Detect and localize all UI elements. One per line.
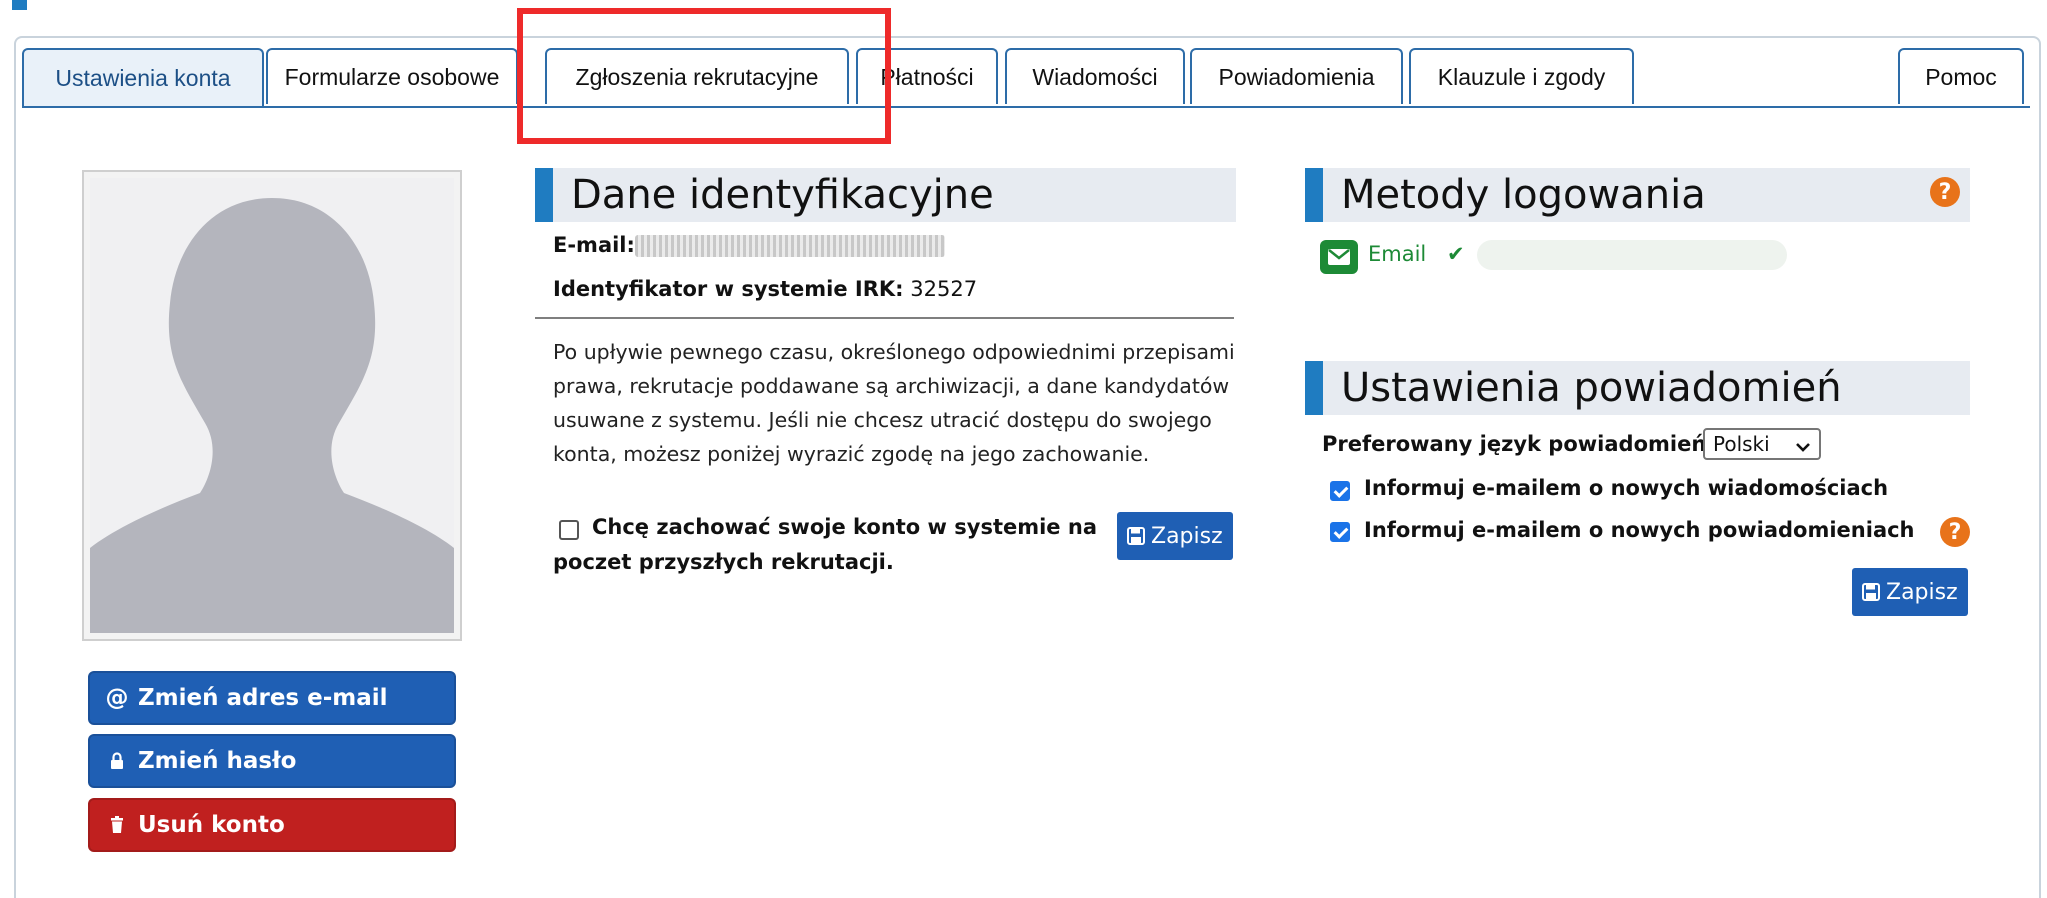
irk-id-value: 32527 xyxy=(910,277,978,301)
identity-save-button[interactable]: Zapisz xyxy=(1117,512,1233,560)
notify-messages-checkbox[interactable] xyxy=(1330,481,1350,501)
login-methods-heading: Metody logowania xyxy=(1305,168,1970,222)
identity-heading: Dane identyfikacyjne xyxy=(535,168,1236,222)
tab-help[interactable]: Pomoc xyxy=(1898,48,2024,104)
mail-icon xyxy=(1320,240,1358,274)
help-icon[interactable]: ? xyxy=(1940,517,1970,547)
notification-language-select[interactable]: Polski xyxy=(1703,428,1821,460)
notification-settings-heading-text: Ustawienia powiadomień xyxy=(1341,365,1842,411)
notify-notifications-label: Informuj e-mailem o nowych powiadomienia… xyxy=(1364,518,1915,542)
login-contact-redacted xyxy=(1477,240,1787,270)
tab-personal-forms[interactable]: Formularze osobowe xyxy=(266,48,518,104)
person-silhouette-icon xyxy=(90,178,454,633)
at-icon: @ xyxy=(105,685,129,711)
archival-notice: Po upływie pewnego czasu, określonego od… xyxy=(553,340,1235,466)
avatar xyxy=(82,170,462,641)
tab-payments[interactable]: Płatności xyxy=(856,48,998,104)
identity-heading-text: Dane identyfikacyjne xyxy=(571,172,994,218)
tab-notifications[interactable]: Powiadomienia xyxy=(1190,48,1403,104)
notifications-save-label: Zapisz xyxy=(1886,579,1958,605)
login-method-email: Email xyxy=(1368,242,1427,266)
email-value-redacted xyxy=(634,235,945,257)
check-icon: ✔ xyxy=(1447,242,1465,266)
notification-language-value: Polski xyxy=(1713,432,1770,456)
keep-account-label-line2: poczet przyszłych rekrutacji. xyxy=(553,550,894,574)
floppy-disk-icon xyxy=(1127,527,1145,545)
identity-save-label: Zapisz xyxy=(1151,523,1223,549)
delete-account-button[interactable]: Usuń konto xyxy=(88,798,456,852)
delete-account-label: Usuń konto xyxy=(138,812,285,838)
notifications-save-button[interactable]: Zapisz xyxy=(1852,568,1968,616)
keep-account-label-line1: Chcę zachować swoje konto w systemie na xyxy=(592,515,1097,539)
tab-recruitment-applications[interactable]: Zgłoszenia rekrutacyjne xyxy=(545,48,849,104)
notify-messages-label: Informuj e-mailem o nowych wiadomościach xyxy=(1364,476,1889,500)
lock-icon xyxy=(104,752,130,770)
floppy-disk-icon xyxy=(1862,583,1880,601)
irk-id-label: Identyfikator w systemie IRK: xyxy=(553,277,904,301)
divider xyxy=(535,317,1234,319)
irk-id-row: Identyfikator w systemie IRK: 32527 xyxy=(553,277,977,301)
notification-settings-heading: Ustawienia powiadomień xyxy=(1305,361,1970,415)
page-title-accent xyxy=(12,0,27,10)
change-password-label: Zmień hasło xyxy=(138,748,297,774)
trash-icon xyxy=(104,816,130,834)
tab-account-settings[interactable]: Ustawienia konta xyxy=(22,48,264,106)
email-label: E-mail: xyxy=(553,233,635,257)
login-methods-heading-text: Metody logowania xyxy=(1341,172,1706,218)
tab-clauses-consents[interactable]: Klauzule i zgody xyxy=(1409,48,1634,104)
help-icon[interactable]: ? xyxy=(1930,177,1960,207)
keep-account-checkbox[interactable] xyxy=(559,520,579,540)
change-email-label: Zmień adres e-mail xyxy=(138,685,388,711)
tab-messages[interactable]: Wiadomości xyxy=(1005,48,1185,104)
chevron-down-icon xyxy=(1795,436,1811,460)
change-email-button[interactable]: @ Zmień adres e-mail xyxy=(88,671,456,725)
change-password-button[interactable]: Zmień hasło xyxy=(88,734,456,788)
notify-notifications-checkbox[interactable] xyxy=(1330,522,1350,542)
notification-language-label: Preferowany język powiadomień: xyxy=(1322,432,1715,456)
email-row: E-mail: xyxy=(553,233,945,257)
